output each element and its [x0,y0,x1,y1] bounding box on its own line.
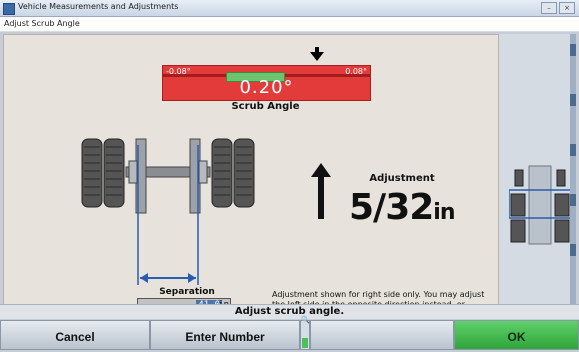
blank-button[interactable] [310,320,454,350]
scrub-angle-value: 0.20° [239,77,294,98]
scrub-angle-label: Scrub Angle [231,101,300,112]
zoom-gauge[interactable] [300,320,310,350]
scrub-angle-panel: -0.08° 0.08° 0.20° Scrub Angle Adjustmen… [3,34,499,319]
right-dual-tires-icon [211,138,255,208]
side-toolbar [499,34,576,304]
gauge-right-tolerance: 0.08° [345,67,367,76]
side-strip [570,34,576,304]
adjustment-amount: 5/32 [349,187,434,228]
strip-tab-4[interactable] [570,194,576,206]
gauge-left-tolerance: -0.08° [166,67,191,76]
strip-tab-1[interactable] [570,44,576,56]
app-icon [3,3,15,15]
separation-dimension-icon [137,263,199,285]
up-arrow-icon [311,163,331,219]
zoom-gauge-fill [302,338,308,348]
close-button[interactable]: × [559,2,575,14]
adjustment-unit: in [433,200,455,225]
axle-housing-icon [125,138,211,263]
minimize-button[interactable]: – [541,2,557,14]
axle-diagram [81,138,255,285]
separation-label: Separation [159,287,215,297]
ok-button[interactable]: OK [454,320,579,350]
strip-tab-3[interactable] [570,144,576,156]
enter-number-button[interactable]: Enter Number [150,320,300,350]
vehicle-thumbnail-icon[interactable] [509,160,571,250]
screen-subtitle: Adjust Scrub Angle [4,19,80,28]
strip-tab-2[interactable] [570,94,576,106]
magnifier-icon: 🔍 [301,316,310,324]
window-title: Vehicle Measurements and Adjustments [18,2,179,11]
left-dual-tires-icon [81,138,125,208]
target-pointer-icon [310,52,324,61]
scrub-angle-gauge: -0.08° 0.08° 0.20° [162,65,371,101]
adjustment-value: 5/32in [349,187,489,228]
cancel-button[interactable]: Cancel [0,320,150,350]
button-row: Cancel Enter Number OK [0,320,579,350]
screen-subtitle-bar: Adjust Scrub Angle [0,17,579,32]
strip-tab-5[interactable] [570,244,576,256]
status-bar: Adjust scrub angle. [0,304,579,319]
title-bar: Vehicle Measurements and Adjustments – × [0,0,579,17]
adjustment-label: Adjustment [369,173,435,184]
